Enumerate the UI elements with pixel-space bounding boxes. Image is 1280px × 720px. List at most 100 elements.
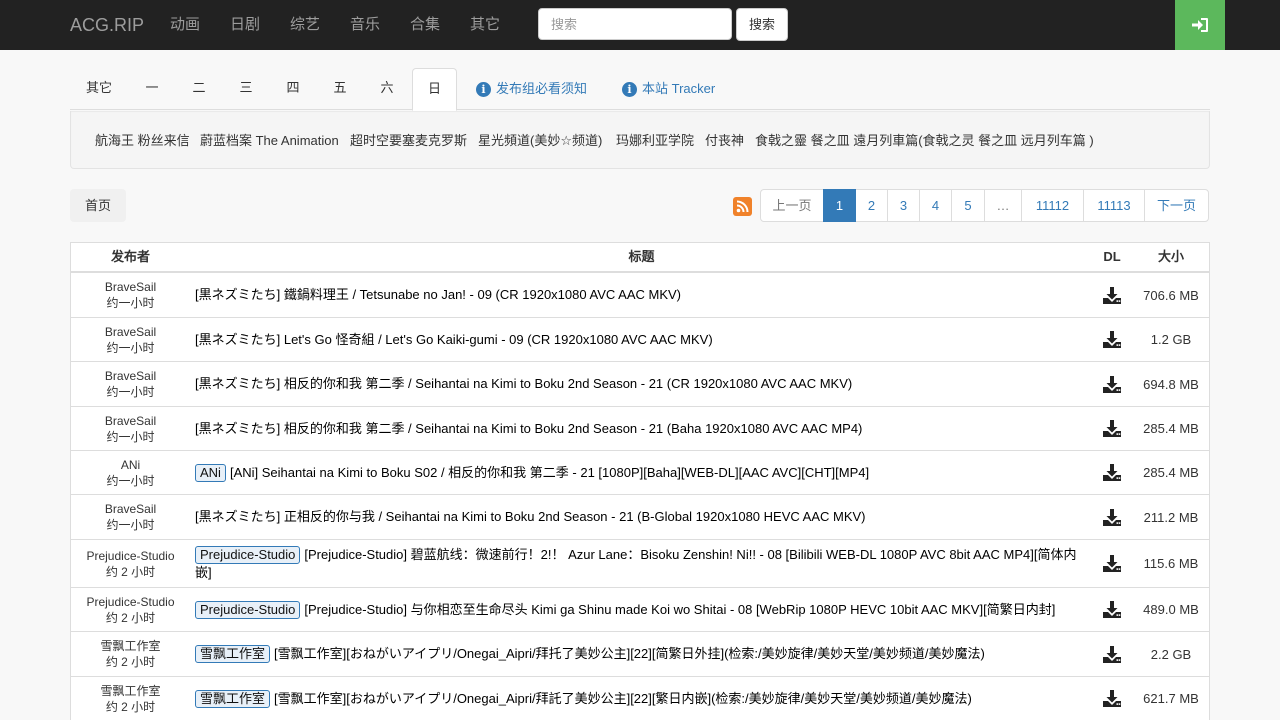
page-1[interactable]: 1 <box>823 189 856 222</box>
download-button[interactable] <box>1094 318 1130 361</box>
page-5[interactable]: 5 <box>951 189 985 222</box>
tab-tracker[interactable]: i 本站 Tracker <box>622 68 715 110</box>
download-button[interactable] <box>1094 540 1130 587</box>
torrent-title-link[interactable]: [Prejudice-Studio] 与你相恋至生命尽头 Kimi ga Shi… <box>304 602 1055 617</box>
publisher-cell: BraveSail 约一小时 <box>71 273 190 317</box>
prev-page-button[interactable]: 上一页 <box>760 189 824 222</box>
publisher-cell: ANi 约一小时 <box>71 451 190 494</box>
torrent-title-link[interactable]: [黒ネズミたち] 鐵鍋料理王 / Tetsunabe no Jan! - 09 … <box>195 287 681 302</box>
series-link[interactable]: 星光頻道(美妙☆频道) <box>478 130 602 149</box>
series-list: 航海王 粉丝来信 蔚蓝档案 The Animation 超时空要塞麦克罗斯 星光… <box>70 111 1210 169</box>
login-button[interactable] <box>1175 0 1225 50</box>
tab-other[interactable]: 其它 <box>70 68 128 110</box>
page-2[interactable]: 2 <box>855 189 888 222</box>
publisher-name[interactable]: 雪飘工作室 <box>100 638 160 654</box>
publisher-name[interactable]: Prejudice-Studio <box>86 594 174 610</box>
series-link[interactable]: 玛娜利亚学院 <box>616 130 694 149</box>
page-ellipsis: … <box>984 189 1022 222</box>
download-button[interactable] <box>1094 362 1130 406</box>
tab-sat[interactable]: 六 <box>365 68 409 110</box>
nav-item-music[interactable]: 音乐 <box>350 0 380 50</box>
torrent-title-link[interactable]: [雪飘工作室][おねがいアイプリ/Onegai_Aipri/拜托了美妙公主][2… <box>274 646 985 661</box>
publisher-cell: Prejudice-Studio 约 2 小时 <box>71 540 190 587</box>
torrent-table: 发布者 标题 DL 大小 BraveSail 约一小时 [黒ネズミたち] 鐵鍋料… <box>70 242 1210 720</box>
page-4[interactable]: 4 <box>919 189 952 222</box>
torrent-title-link[interactable]: [雪飘工作室][おねがいアイプリ/Onegai_Aipri/拜託了美妙公主][2… <box>274 691 972 706</box>
publisher-name[interactable]: ANi <box>121 457 140 473</box>
file-size: 1.2 GB <box>1150 332 1192 347</box>
search-input[interactable] <box>538 8 732 40</box>
breadcrumb-home[interactable]: 首页 <box>70 189 126 222</box>
publish-time: 约一小时 <box>106 340 155 355</box>
torrent-title-link[interactable]: [黒ネズミたち] 相反的你和我 第二季 / Seihantai na Kimi … <box>195 376 852 391</box>
nav-item-drama[interactable]: 日剧 <box>230 0 260 50</box>
nav-item-collection[interactable]: 合集 <box>410 0 440 50</box>
title-cell: [黒ネズミたち] 相反的你和我 第二季 / Seihantai na Kimi … <box>195 362 1085 406</box>
torrent-title-link[interactable]: [黒ネズミたち] 相反的你和我 第二季 / Seihantai na Kimi … <box>195 421 862 436</box>
publish-time: 约 2 小时 <box>105 564 156 579</box>
tab-sun[interactable]: 日 <box>412 68 457 111</box>
navbar: ACG.RIP 动画 日剧 综艺 音乐 合集 其它 搜索 <box>0 0 1280 50</box>
tab-wed[interactable]: 三 <box>224 68 268 110</box>
publisher-tag[interactable]: 雪飘工作室 <box>195 689 271 708</box>
nav-item-other[interactable]: 其它 <box>470 0 500 50</box>
publisher-cell: 雪飘工作室 约 2 小时 <box>71 632 190 676</box>
nav-item-anime[interactable]: 动画 <box>170 0 200 50</box>
rss-icon[interactable] <box>733 197 752 216</box>
page-3[interactable]: 3 <box>887 189 920 222</box>
tab-tue[interactable]: 二 <box>177 68 221 110</box>
publisher-name[interactable]: BraveSail <box>105 279 156 295</box>
series-link[interactable]: 付丧神 <box>705 130 744 149</box>
series-link[interactable]: 食戟之靈 餐之皿 遠月列車篇(食戟之灵 餐之皿 远月列车篇 ) <box>755 130 1094 149</box>
tab-thu[interactable]: 四 <box>271 68 315 110</box>
table-row: 雪飘工作室 约 2 小时 雪飘工作室 [雪飘工作室][おねがいアイプリ/Onega… <box>71 632 1209 677</box>
search-button[interactable]: 搜索 <box>736 8 788 41</box>
nav-item-variety[interactable]: 综艺 <box>290 0 320 50</box>
publish-time: 约一小时 <box>106 296 155 310</box>
page-11113[interactable]: 11113 <box>1083 189 1145 222</box>
download-button[interactable] <box>1094 677 1130 720</box>
publisher-name[interactable]: 雪飘工作室 <box>100 683 160 699</box>
table-row: BraveSail 约一小时 [黒ネズミたち] Let's Go 怪奇組 / L… <box>71 318 1209 362</box>
series-link[interactable]: 蔚蓝档案 The Animation <box>200 130 339 149</box>
tab-publisher-notice[interactable]: i 发布组必看须知 <box>476 68 587 110</box>
torrent-title-link[interactable]: [黒ネズミたち] 正相反的你与我 / Seihantai na Kimi to … <box>195 509 866 524</box>
file-size: 285.4 MB <box>1143 465 1199 480</box>
publisher-name[interactable]: BraveSail <box>105 368 156 384</box>
publisher-name[interactable]: BraveSail <box>105 501 156 517</box>
publisher-name[interactable]: BraveSail <box>105 413 156 429</box>
download-button[interactable] <box>1094 588 1130 631</box>
header-size: 大小 <box>1157 249 1184 264</box>
download-button[interactable] <box>1094 632 1130 676</box>
file-size: 115.6 MB <box>1143 556 1199 571</box>
publisher-tag[interactable]: Prejudice-Studio <box>195 600 301 619</box>
page-11112[interactable]: 11112 <box>1021 189 1084 222</box>
info-icon: i <box>622 81 637 97</box>
download-button[interactable] <box>1094 495 1130 539</box>
next-page-button[interactable]: 下一页 <box>1144 189 1209 222</box>
series-link[interactable]: 超时空要塞麦克罗斯 <box>350 130 467 149</box>
download-button[interactable] <box>1094 451 1130 494</box>
site-brand[interactable]: ACG.RIP <box>70 0 144 50</box>
publisher-name[interactable]: Prejudice-Studio <box>86 548 174 564</box>
tab-mon[interactable]: 一 <box>130 68 174 110</box>
download-icon <box>1103 420 1121 437</box>
header-title: 标题 <box>628 249 655 264</box>
publisher-tag[interactable]: Prejudice-Studio <box>195 545 301 564</box>
publisher-name[interactable]: BraveSail <box>105 324 156 340</box>
title-cell: Prejudice-Studio [Prejudice-Studio] 与你相恋至… <box>195 588 1085 631</box>
download-button[interactable] <box>1094 407 1130 450</box>
title-cell: 雪飘工作室 [雪飘工作室][おねがいアイプリ/Onegai_Aipri/拜託了美妙… <box>195 677 1085 720</box>
header-publisher: 发布者 <box>110 249 150 264</box>
tab-fri[interactable]: 五 <box>318 68 362 110</box>
publisher-tag[interactable]: 雪飘工作室 <box>195 645 271 663</box>
torrent-title-link[interactable]: [ANi] Seihantai na Kimi to Boku S02 / 相反… <box>230 465 869 480</box>
download-button[interactable] <box>1094 273 1130 317</box>
publisher-tag[interactable]: ANi <box>195 463 226 482</box>
file-size: 706.6 MB <box>1143 287 1199 303</box>
torrent-title-link[interactable]: [黒ネズミたち] Let's Go 怪奇組 / Let's Go Kaiki-g… <box>195 332 713 347</box>
series-link[interactable]: 航海王 粉丝来信 <box>95 130 190 149</box>
torrent-title-link[interactable]: [Prejudice-Studio] 碧蓝航线：微速前行！2!！ Azur La… <box>195 547 1076 580</box>
publisher-cell: 雪飘工作室 约 2 小时 <box>71 677 190 720</box>
info-icon: i <box>476 81 491 97</box>
